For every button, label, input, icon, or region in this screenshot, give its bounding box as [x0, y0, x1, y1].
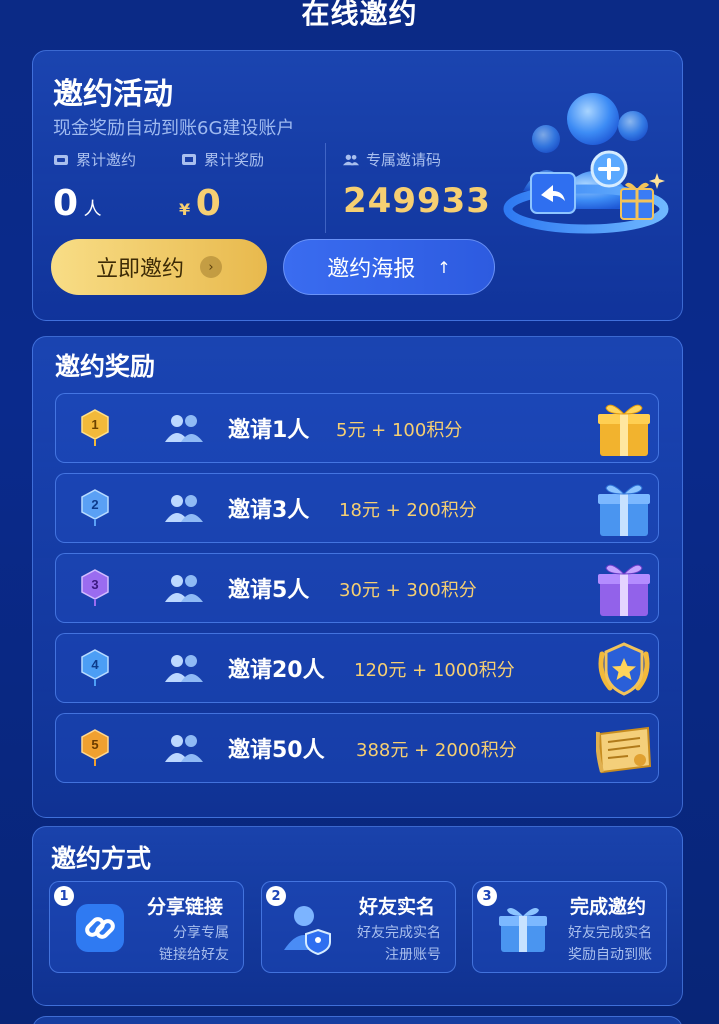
method-title: 好友实名 [358, 896, 435, 918]
total-rewards-label-group: 累计奖励 [181, 149, 264, 170]
reward-value: 5元 + 100积分 [336, 420, 463, 441]
people-icon [165, 415, 203, 442]
reward-row-1[interactable]: 1 邀请1人 5元 + 100积分 [55, 393, 659, 463]
rewards-title: 邀约奖励 [55, 352, 156, 381]
next-card-peek [32, 1016, 683, 1024]
rank-number: 2 [91, 497, 98, 512]
chevron-right-icon: › [200, 256, 222, 278]
reward-value: 18元 + 200积分 [339, 500, 477, 521]
people-icon [165, 495, 203, 522]
invite-people-illustration-icon [503, 93, 669, 234]
people-icon [165, 735, 203, 762]
invite-now-button[interactable]: 立即邀约 › [51, 239, 267, 295]
stats-divider [325, 143, 326, 233]
rank-3-medal-icon: 3 [81, 569, 109, 606]
method-desc-line: 好友完成实名 [357, 925, 441, 941]
total-rewards-value-group: ¥ 0 [179, 183, 221, 224]
method-desc-line: 注册账号 [385, 947, 441, 963]
rank-4-medal-icon: 4 [81, 649, 109, 686]
total-rewards-value: 0 [195, 183, 221, 224]
total-rewards-label: 累计奖励 [204, 151, 265, 169]
method-complete-invite[interactable]: 3 完成邀约 好友完成实名 奖励自动到账 [472, 881, 667, 973]
method-desc-line: 链接给好友 [159, 947, 229, 963]
method-real-name[interactable]: 2 好友实名 好友完成实名 注册账号 [261, 881, 456, 973]
method-desc: 好友完成实名 奖励自动到账 [568, 922, 652, 966]
invite-activity-card: 邀约活动 现金奖励自动到账6G建设账户 累计邀约 累计奖励 专属邀请码 0 人 … [32, 50, 683, 321]
invite-count-icon [54, 155, 68, 165]
method-desc-line: 奖励自动到账 [568, 947, 652, 963]
method-desc-line: 分享专属 [173, 925, 229, 941]
reward-invite-count: 邀请20人 [228, 658, 325, 683]
reward-invite-count: 邀请5人 [228, 578, 310, 603]
method-title: 分享链接 [146, 896, 223, 918]
method-desc-line: 好友完成实名 [568, 925, 652, 941]
step-number: 1 [54, 886, 74, 906]
reward-invite-count: 邀请3人 [228, 498, 310, 523]
blue-gift-icon [598, 484, 650, 536]
user-verify-icon [284, 906, 331, 956]
method-title: 完成邀约 [569, 896, 646, 918]
reward-value: 120元 + 1000积分 [354, 660, 515, 681]
step-number: 3 [477, 886, 497, 906]
reward-row-2[interactable]: 2 邀请3人 18元 + 200积分 [55, 473, 659, 543]
link-icon [76, 904, 124, 952]
arrow-up-icon: ↑ [437, 257, 451, 277]
invite-code-label: 专属邀请码 [366, 151, 442, 169]
people-icon [165, 575, 203, 602]
reward-icon [182, 154, 196, 165]
rank-number: 1 [91, 417, 98, 432]
reward-row-4[interactable]: 4 邀请20人 120元 + 1000积分 [55, 633, 659, 703]
total-invites-unit: 人 [83, 199, 102, 220]
poster-label: 邀约海报 [327, 257, 416, 282]
rank-number: 4 [91, 657, 99, 672]
people-icon [165, 655, 203, 682]
currency-symbol: ¥ [179, 200, 191, 219]
reward-value: 30元 + 300积分 [339, 580, 477, 601]
reward-row-3[interactable]: 3 邀请5人 30元 + 300积分 [55, 553, 659, 623]
total-invites-value-group: 0 人 [53, 183, 102, 224]
people-icon [343, 154, 359, 166]
method-desc: 好友完成实名 注册账号 [357, 922, 441, 966]
invite-code-value[interactable]: 249933 [343, 181, 491, 221]
method-desc: 分享专属 链接给好友 [159, 922, 229, 966]
gift-icon [499, 908, 547, 952]
invite-rewards-card: 邀约奖励 1 邀请1人 5元 + 100积分 2 邀请3人 18元 + 200积… [32, 336, 683, 818]
reward-value: 388元 + 2000积分 [356, 740, 517, 761]
gold-gift-icon [598, 404, 650, 456]
star-badge-icon [598, 642, 650, 696]
method-share-link[interactable]: 1 分享链接 分享专属 链接给好友 [49, 881, 244, 973]
invite-code-label-group: 专属邀请码 [343, 149, 441, 170]
reward-invite-count: 邀请1人 [228, 418, 310, 443]
certificate-icon [596, 726, 652, 774]
rank-5-medal-icon: 5 [81, 729, 109, 766]
rank-number: 3 [91, 577, 98, 592]
total-invites-value: 0 [53, 183, 79, 224]
rank-number: 5 [91, 737, 98, 752]
purple-gift-icon [598, 564, 650, 616]
reward-row-5[interactable]: 5 邀请50人 388元 + 2000积分 [55, 713, 659, 783]
invite-now-label: 立即邀约 [95, 257, 184, 282]
total-invites-label: 累计邀约 [76, 151, 137, 169]
page-title: 在线邀约 [301, 0, 418, 30]
activity-title: 邀约活动 [53, 77, 173, 112]
activity-subtitle: 现金奖励自动到账6G建设账户 [53, 118, 295, 139]
rank-2-medal-icon: 2 [81, 489, 109, 526]
methods-title: 邀约方式 [51, 844, 152, 873]
reward-invite-count: 邀请50人 [228, 738, 325, 763]
invite-methods-card: 邀约方式 1 分享链接 分享专属 链接给好友 2 好友实名 好友完成实名 注册账… [32, 826, 683, 1006]
total-invites-label-group: 累计邀约 [53, 149, 136, 170]
invite-poster-button[interactable]: 邀约海报 ↑ [283, 239, 495, 295]
rank-1-medal-icon: 1 [81, 409, 109, 446]
